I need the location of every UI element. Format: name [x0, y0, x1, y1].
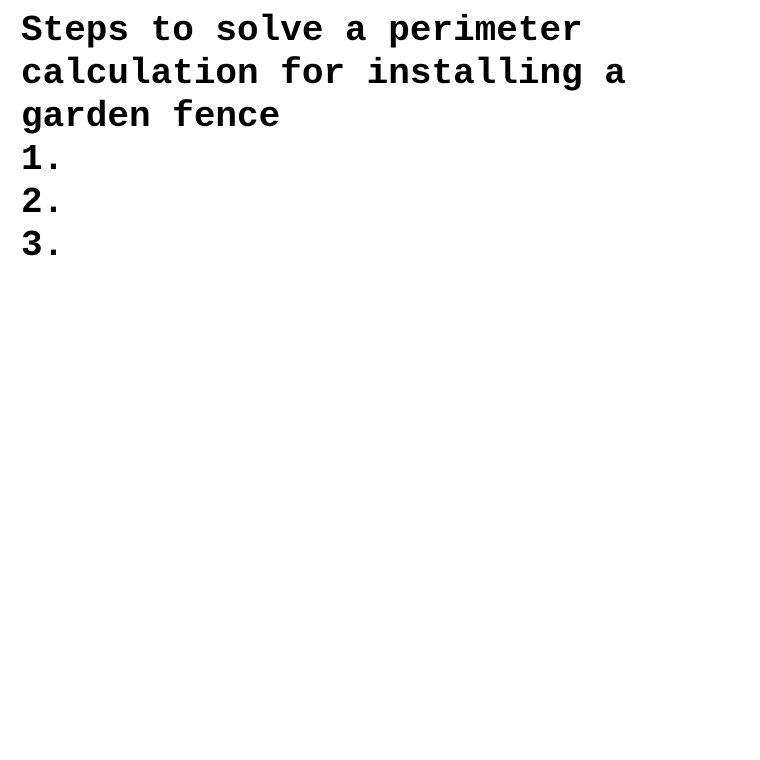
- document: Steps to solve a perimeter calculation f…: [21, 9, 741, 267]
- step-list: 1. 2. 3.: [21, 138, 741, 267]
- step-item: 1.: [21, 138, 741, 181]
- step-number: 2.: [21, 182, 65, 223]
- step-number: 1.: [21, 139, 65, 180]
- document-title: Steps to solve a perimeter calculation f…: [21, 10, 626, 137]
- step-number: 3.: [21, 225, 65, 266]
- step-item: 3.: [21, 224, 741, 267]
- step-item: 2.: [21, 181, 741, 224]
